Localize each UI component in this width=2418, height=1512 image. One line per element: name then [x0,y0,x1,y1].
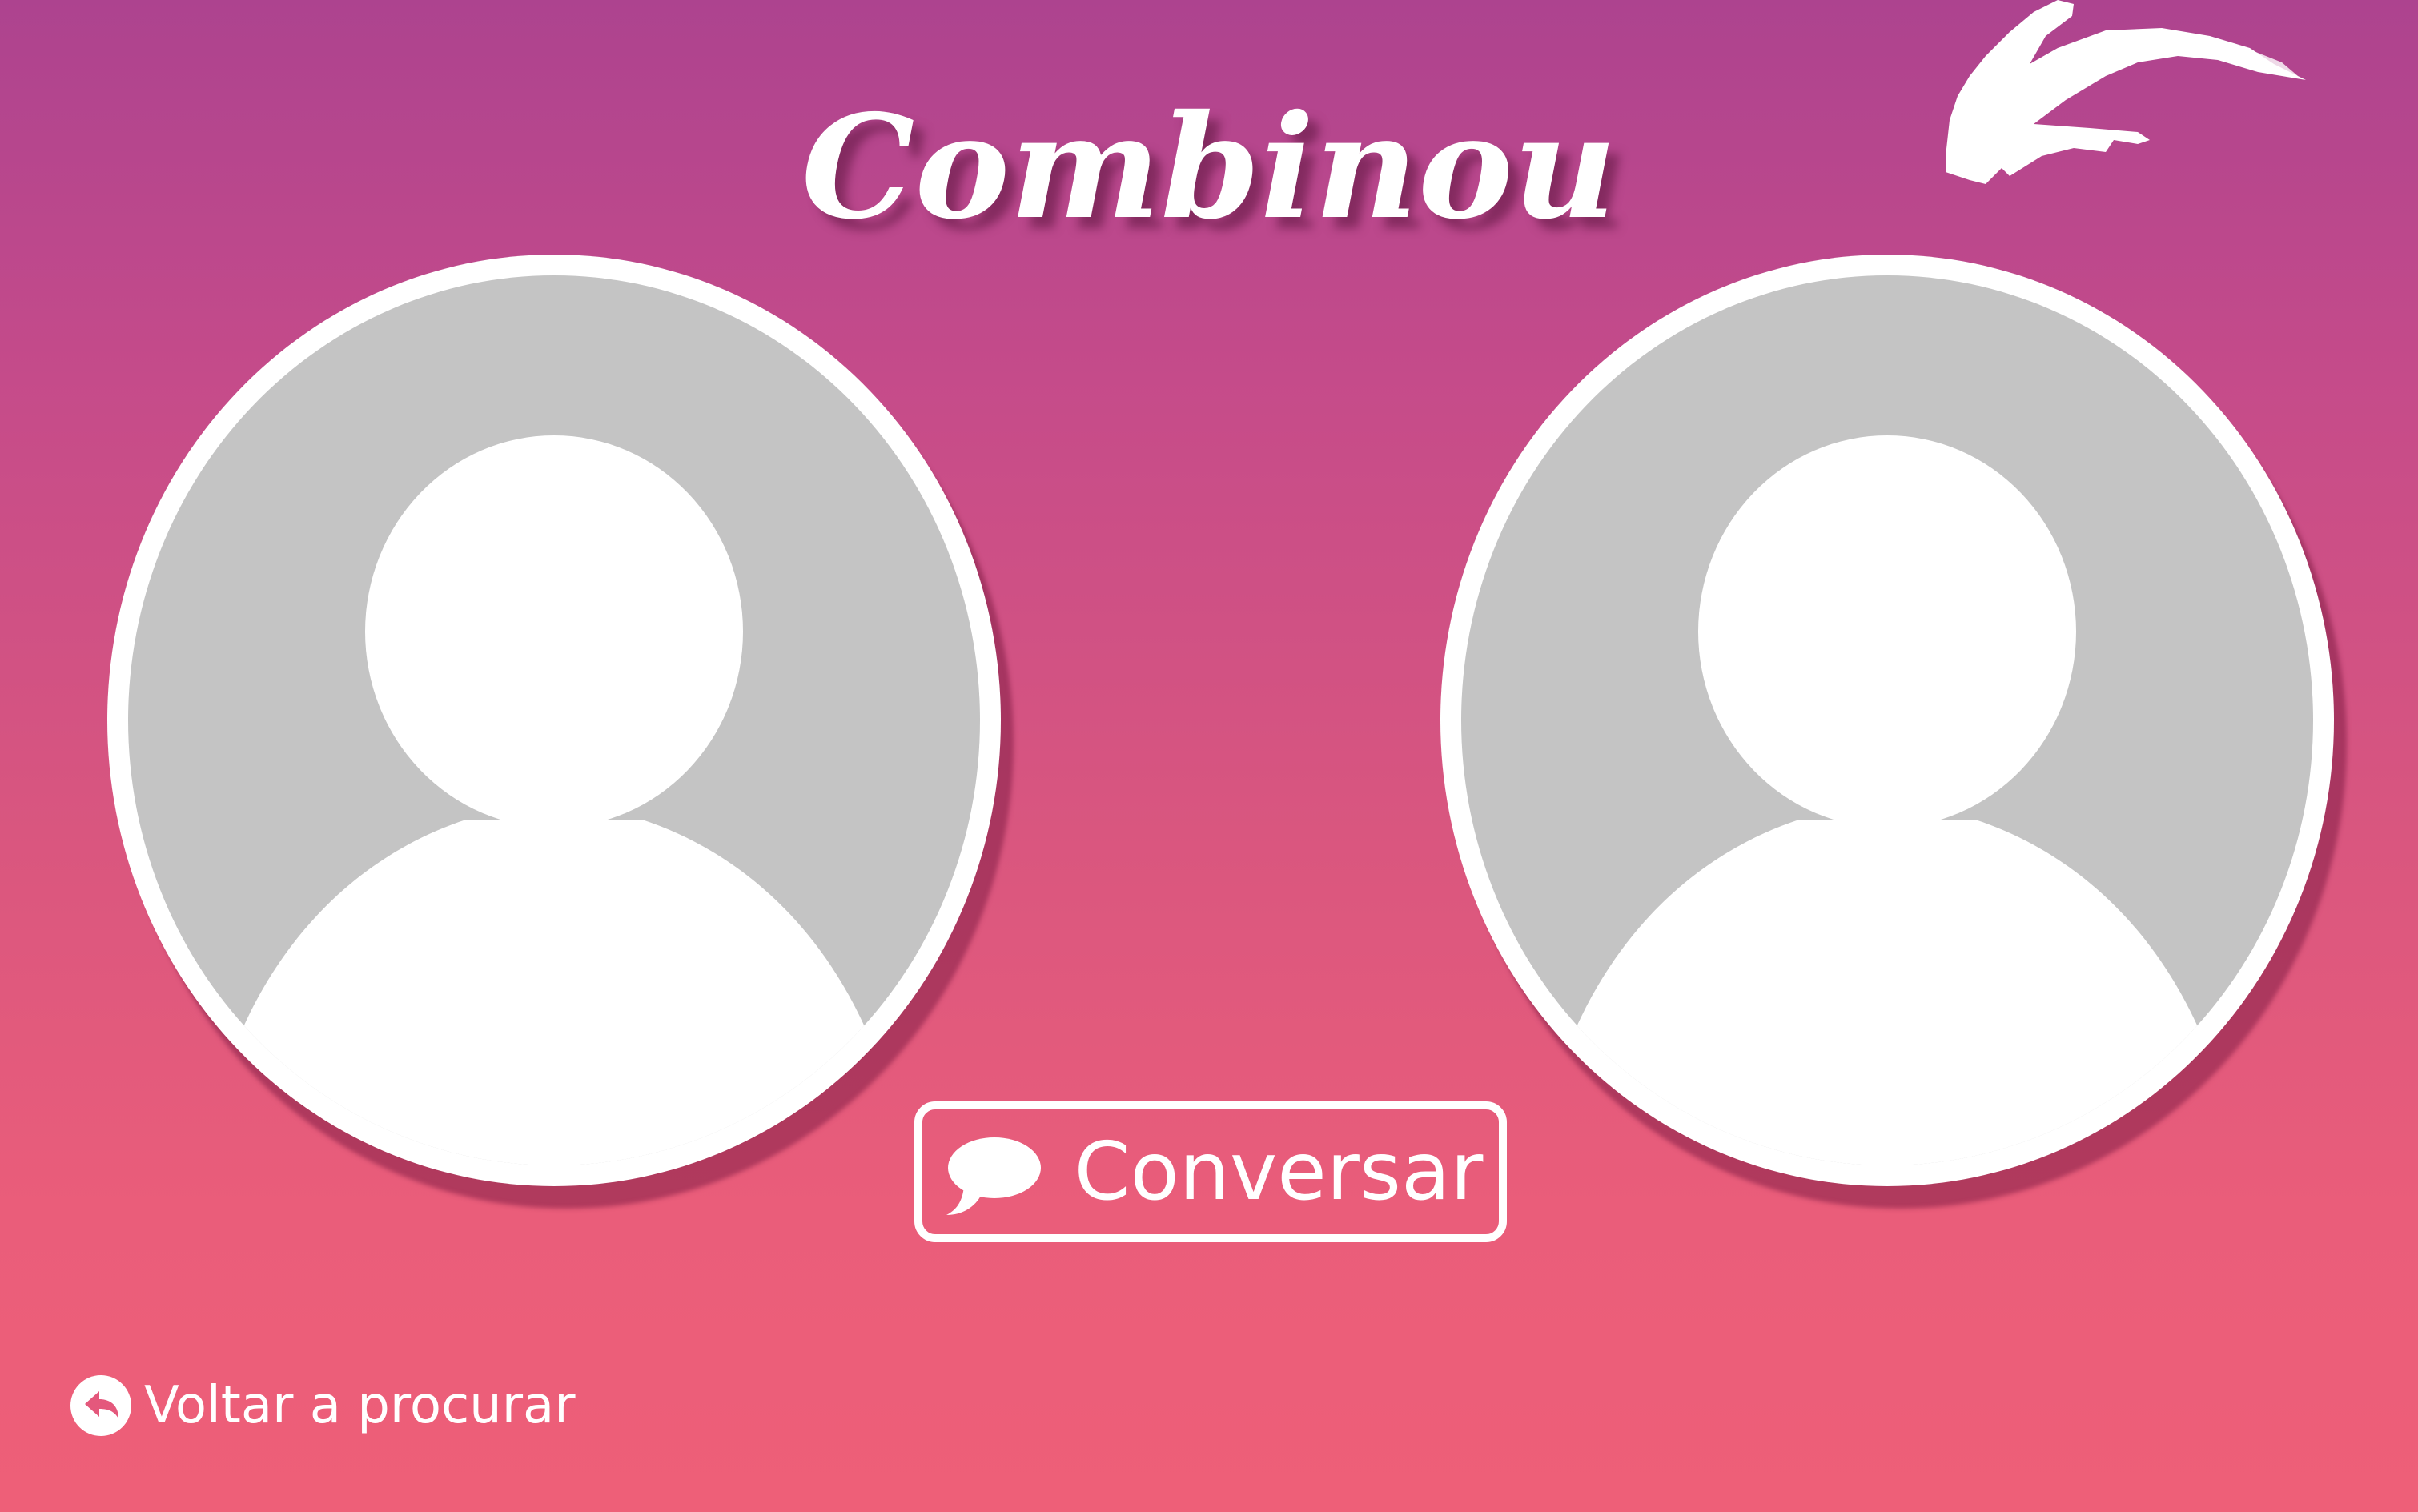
match-screen: { "screen": { "title": "Combinou" }, "pr… [0,0,2418,1512]
brush-arrow-left-icon[interactable] [1922,0,2322,200]
profile-avatar-right [1440,255,2334,1186]
user-placeholder-icon [128,435,980,1165]
back-to-search-link[interactable]: Voltar a procurar [69,1374,576,1438]
undo-arrow-icon [70,1375,131,1436]
profile-avatar-left [107,255,1001,1186]
chat-button[interactable]: Conversar [914,1101,1507,1242]
chat-button-label: Conversar [1074,1125,1484,1218]
back-link-label: Voltar a procurar [144,1376,576,1435]
user-placeholder-icon [1461,435,2313,1165]
speech-bubble-icon [946,1137,1041,1215]
